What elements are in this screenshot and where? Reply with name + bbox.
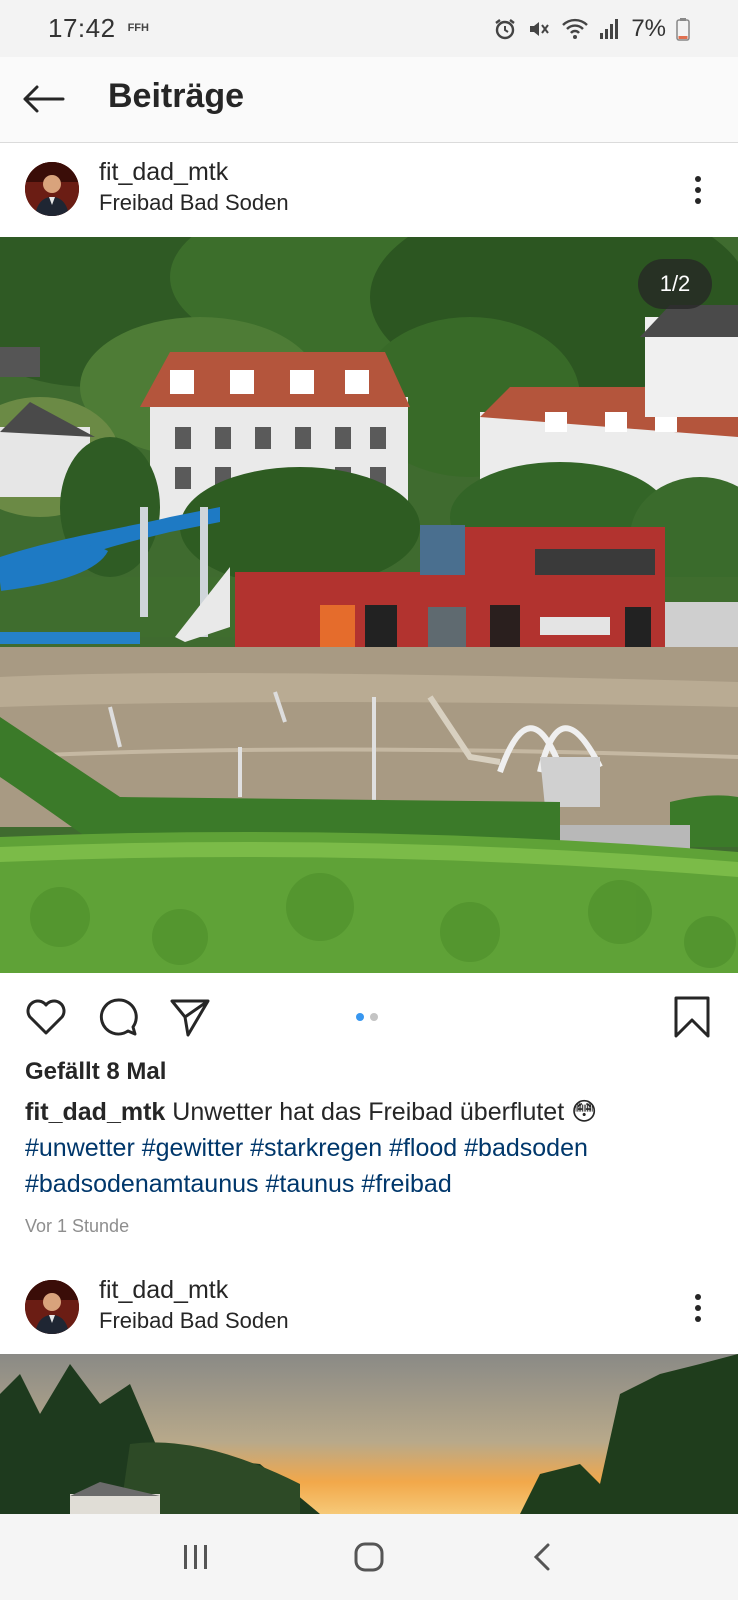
more-options-icon[interactable] [686, 170, 710, 210]
back-arrow-icon[interactable] [20, 79, 66, 119]
alarm-icon [493, 17, 517, 41]
app-bar: Beiträge [0, 57, 738, 143]
system-nav-bar [0, 1514, 738, 1600]
battery-level: 7% [631, 14, 666, 42]
post-header: fit_dad_mtk Freibad Bad Soden [0, 144, 738, 236]
carousel-dot [370, 1013, 378, 1021]
recent-apps-icon[interactable] [166, 1527, 226, 1587]
post-header: fit_dad_mtk Freibad Bad Soden [0, 1262, 738, 1354]
status-icons: 7% [493, 15, 690, 43]
caption-text: Unwetter hat das Freibad überflutet 😳 [165, 1098, 598, 1126]
likes-count[interactable]: Gefällt 8 Mal [25, 1058, 166, 1086]
signal-icon [599, 17, 621, 41]
post-username[interactable]: fit_dad_mtk [99, 1276, 228, 1305]
carousel-page-indicator: 1/2 [638, 259, 712, 309]
post-image[interactable]: 1/2 [0, 237, 738, 973]
post-caption: fit_dad_mtk Unwetter hat das Freibad übe… [25, 1094, 715, 1202]
home-icon[interactable] [339, 1527, 399, 1587]
ffh-app-icon: FFH [127, 22, 149, 34]
battery-icon [676, 17, 690, 41]
share-icon[interactable] [168, 995, 212, 1039]
back-icon[interactable] [512, 1527, 572, 1587]
avatar[interactable] [25, 1280, 79, 1334]
post-location[interactable]: Freibad Bad Soden [99, 1308, 289, 1334]
avatar[interactable] [25, 162, 79, 216]
post-image[interactable] [0, 1354, 738, 1514]
heart-icon[interactable] [24, 995, 68, 1039]
status-bar: 17:42 FFH 7% [0, 0, 738, 57]
comment-icon[interactable] [97, 995, 141, 1039]
mute-icon [527, 17, 551, 41]
post-location[interactable]: Freibad Bad Soden [99, 190, 289, 216]
post-username[interactable]: fit_dad_mtk [99, 158, 228, 187]
page-title: Beiträge [108, 77, 245, 115]
caption-username[interactable]: fit_dad_mtk [25, 1098, 165, 1126]
screen: 17:42 FFH 7% Beiträge fit_dad_mtk Freiba… [0, 0, 738, 1600]
carousel-dots [356, 1013, 378, 1021]
wifi-icon [561, 17, 589, 41]
post-timestamp: Vor 1 Stunde [25, 1216, 130, 1236]
more-options-icon[interactable] [686, 1288, 710, 1328]
caption-hashtags[interactable]: #unwetter #gewitter #starkregen #flood #… [25, 1134, 588, 1198]
carousel-dot-active [356, 1013, 364, 1021]
status-time: 17:42 [48, 13, 116, 43]
bookmark-icon[interactable] [670, 995, 714, 1039]
post-actions [0, 973, 738, 1059]
